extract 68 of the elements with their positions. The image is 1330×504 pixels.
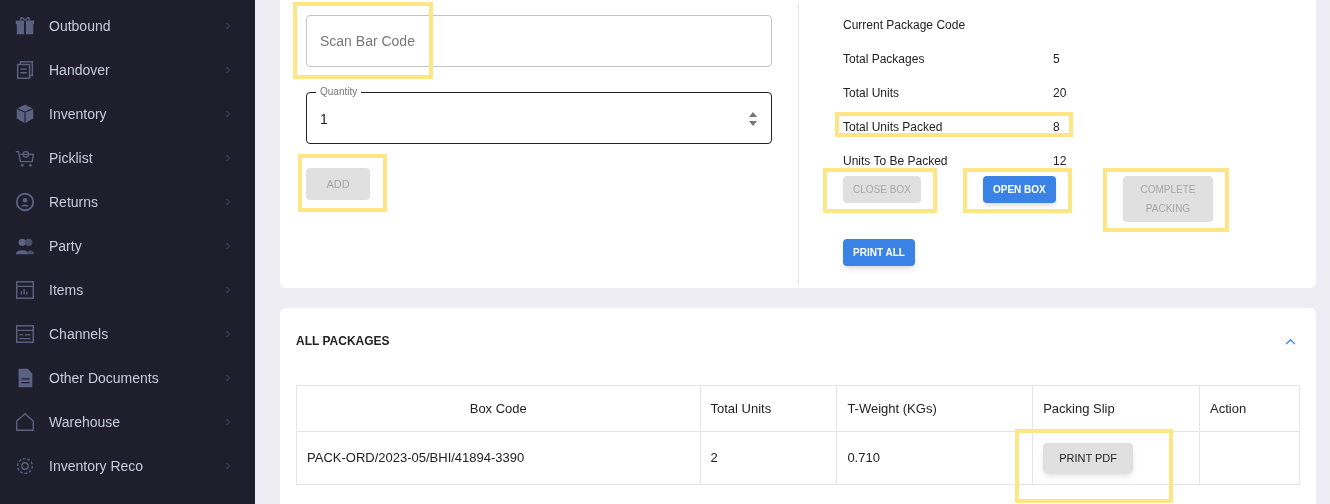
person-circle-icon (14, 191, 36, 213)
sidebar-item[interactable]: Inventory (0, 92, 255, 136)
summary-value: 20 (1053, 85, 1067, 102)
chevron-right-icon (225, 198, 231, 206)
summary-label: Current Package Code (843, 17, 967, 34)
sidebar-label: Returns (49, 192, 100, 212)
documents-icon (14, 59, 36, 81)
sidebar-label: Party (49, 236, 83, 256)
action-button[interactable]: PRINT ALL (843, 239, 915, 266)
gift-icon (14, 15, 36, 37)
column-header: Total Units (700, 385, 837, 432)
sidebar-label: Channels (49, 324, 110, 344)
field-value: 1 (320, 109, 329, 129)
field-label: Quantity (319, 85, 359, 99)
sidebar-item[interactable]: Outbound (0, 4, 255, 48)
house-icon (14, 411, 36, 433)
section-title: ALL PACKAGES (296, 333, 390, 350)
chevron-right-icon (225, 286, 231, 294)
summary-label: Total Packages (843, 51, 926, 68)
sidebar-label: Outbound (49, 16, 112, 36)
sidebar-label: Items (49, 280, 85, 300)
chevron-right-icon (225, 242, 231, 250)
sidebar-label: Other Documents (49, 368, 160, 388)
table-cell: 0.710 (836, 431, 1033, 485)
sidebar-item[interactable]: Channels (0, 312, 255, 356)
column-header: T-Weight (KGs) (836, 385, 1033, 432)
chart-window-icon (14, 279, 36, 301)
sidebar-label: Warehouse (49, 412, 122, 432)
sidebar-label: Inventory Reco (49, 456, 145, 476)
sidebar-label: Handover (49, 60, 111, 80)
barcode-field[interactable]: Scan Bar Code (306, 15, 772, 67)
chevron-right-icon (225, 330, 231, 338)
chevron-right-icon (225, 110, 231, 118)
action-button[interactable]: OPEN BOX (983, 176, 1056, 203)
sidebar-item[interactable]: Returns (0, 180, 255, 224)
column-header: Action (1199, 385, 1300, 432)
sidebar-label: Picklist (49, 148, 94, 168)
card-list-icon (14, 323, 36, 345)
sidebar-label: Inventory (49, 104, 108, 124)
sidebar-item[interactable]: Inventory Reco (0, 444, 255, 488)
summary-value: 5 (1053, 51, 1060, 68)
sidebar-item[interactable]: Handover (0, 48, 255, 92)
chevron-right-icon (225, 22, 231, 30)
sidebar-item[interactable]: Party (0, 224, 255, 268)
table-cell: PACK-ORD/2023-05/BHI/41894-3390 (296, 431, 701, 485)
quantity-field[interactable]: Quantity 1 (306, 85, 772, 144)
sidebar-item[interactable]: Items (0, 268, 255, 312)
sidebar-item[interactable]: Other Documents (0, 356, 255, 400)
chevron-right-icon (225, 462, 231, 470)
column-header: Box Code (296, 385, 701, 432)
column-header: Packing Slip (1032, 385, 1200, 432)
chevron-right-icon (225, 374, 231, 382)
summary-value: 12 (1053, 153, 1067, 170)
summary-value: 8 (1053, 119, 1060, 136)
summary-label: Units To Be Packed (843, 153, 949, 170)
sidebar-item[interactable]: Picklist (0, 136, 255, 180)
summary-label: Total Units (843, 85, 901, 102)
table-cell: 2 (700, 431, 837, 485)
chevron-right-icon (225, 66, 231, 74)
chevron-right-icon (225, 154, 231, 162)
print-pdf-button[interactable]: PRINT PDF (1043, 443, 1134, 473)
summary-label: Total Units Packed (843, 119, 944, 136)
gear-icon (14, 455, 36, 477)
stepper-arrows-icon[interactable] (748, 111, 758, 127)
sidebar-item[interactable]: Warehouse (0, 400, 255, 444)
chevron-up-icon[interactable] (1285, 337, 1296, 345)
box-icon (14, 103, 36, 125)
chevron-right-icon (225, 418, 231, 426)
